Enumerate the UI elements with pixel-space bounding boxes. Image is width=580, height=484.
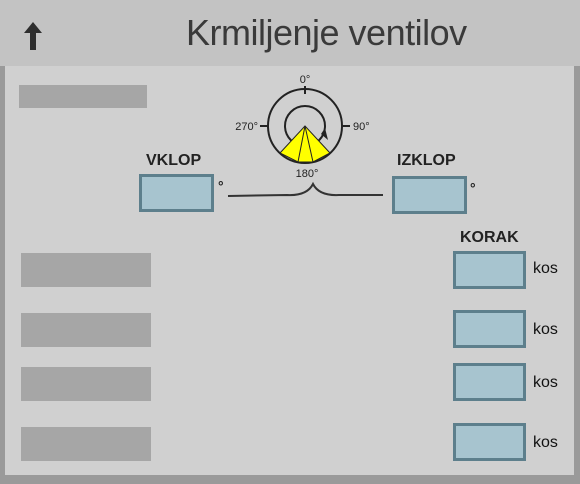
dial-label-270: 270° — [235, 121, 258, 133]
page-title: Krmiljenje ventilov — [186, 12, 467, 53]
step-input-2[interactable] — [453, 310, 526, 348]
off-angle-input[interactable] — [392, 176, 467, 214]
up-arrow-icon[interactable] — [24, 22, 42, 50]
step-input-1[interactable] — [453, 251, 526, 289]
step-unit-3: kos — [533, 374, 558, 391]
row-placeholder-3 — [21, 367, 151, 401]
angle-dial: 0° 90° 270° 180° — [235, 74, 370, 180]
step-unit-2: kos — [533, 321, 558, 338]
off-label: IZKLOP — [397, 152, 456, 169]
dial-label-90: 90° — [353, 121, 370, 133]
dial-label-0: 0° — [300, 74, 311, 86]
on-angle-input[interactable] — [139, 174, 214, 212]
status-placeholder — [19, 85, 147, 108]
row-placeholder-1 — [21, 253, 151, 287]
off-degree-unit: ° — [470, 180, 476, 196]
dial-sector — [279, 125, 331, 163]
header-bar: Krmiljenje ventilov — [0, 0, 580, 66]
on-label: VKLOP — [146, 152, 202, 169]
dial-label-180: 180° — [296, 168, 319, 180]
step-unit-4: kos — [533, 434, 558, 451]
step-header: KORAK — [460, 229, 519, 246]
row-placeholder-4 — [21, 427, 151, 461]
row-placeholder-2 — [21, 313, 151, 347]
step-input-3[interactable] — [453, 363, 526, 401]
on-degree-unit: ° — [218, 178, 224, 194]
step-input-4[interactable] — [453, 423, 526, 461]
step-unit-1: kos — [533, 260, 558, 277]
